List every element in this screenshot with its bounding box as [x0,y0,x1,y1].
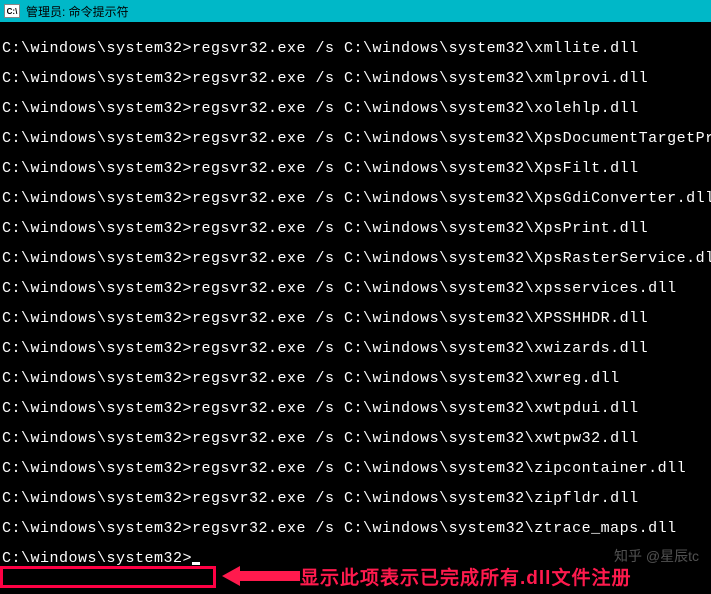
command-line: C:\windows\system32>regsvr32.exe /s C:\w… [2,191,709,206]
blank-line [2,116,709,131]
command-line: C:\windows\system32>regsvr32.exe /s C:\w… [2,251,709,266]
command-line: C:\windows\system32>regsvr32.exe /s C:\w… [2,521,709,536]
blank-line [2,326,709,341]
blank-line [2,506,709,521]
blank-line [2,26,709,41]
blank-line [2,56,709,71]
blank-line [2,266,709,281]
command-line: C:\windows\system32>regsvr32.exe /s C:\w… [2,401,709,416]
blank-line [2,356,709,371]
command-line: C:\windows\system32>regsvr32.exe /s C:\w… [2,71,709,86]
blank-line [2,296,709,311]
blank-line [2,146,709,161]
prompt-line: C:\windows\system32> [2,551,709,566]
command-line: C:\windows\system32>regsvr32.exe /s C:\w… [2,221,709,236]
blank-line [2,446,709,461]
command-line: C:\windows\system32>regsvr32.exe /s C:\w… [2,311,709,326]
cmd-icon: C:\ [4,4,20,18]
command-line: C:\windows\system32>regsvr32.exe /s C:\w… [2,431,709,446]
command-line: C:\windows\system32>regsvr32.exe /s C:\w… [2,161,709,176]
command-line: C:\windows\system32>regsvr32.exe /s C:\w… [2,131,709,146]
command-line: C:\windows\system32>regsvr32.exe /s C:\w… [2,101,709,116]
blank-line [2,206,709,221]
command-line: C:\windows\system32>regsvr32.exe /s C:\w… [2,281,709,296]
blank-line [2,416,709,431]
blank-line [2,536,709,551]
blank-line [2,476,709,491]
command-line: C:\windows\system32>regsvr32.exe /s C:\w… [2,341,709,356]
window-titlebar[interactable]: C:\ 管理员: 命令提示符 [0,0,711,22]
blank-line [2,86,709,101]
command-line: C:\windows\system32>regsvr32.exe /s C:\w… [2,371,709,386]
command-line: C:\windows\system32>regsvr32.exe /s C:\w… [2,41,709,56]
command-line: C:\windows\system32>regsvr32.exe /s C:\w… [2,491,709,506]
blank-line [2,176,709,191]
window-title: 管理员: 命令提示符 [26,3,129,20]
cursor [192,562,200,565]
command-line: C:\windows\system32>regsvr32.exe /s C:\w… [2,461,709,476]
blank-line [2,386,709,401]
blank-line [2,236,709,251]
terminal-output[interactable]: C:\windows\system32>regsvr32.exe /s C:\w… [0,22,711,570]
